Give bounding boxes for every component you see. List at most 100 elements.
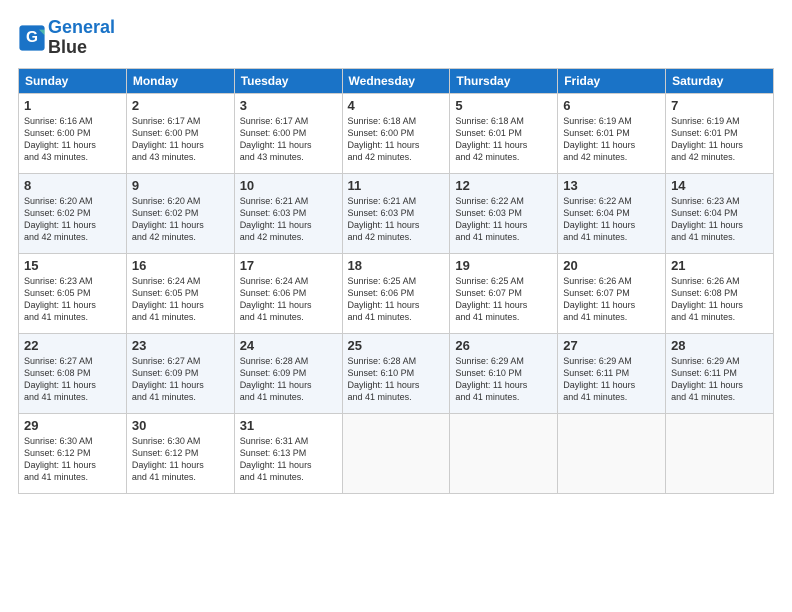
day-number: 7 xyxy=(671,98,768,113)
day-info: Sunrise: 6:21 AM Sunset: 6:03 PM Dayligh… xyxy=(348,195,445,244)
calendar-cell: 25Sunrise: 6:28 AM Sunset: 6:10 PM Dayli… xyxy=(342,333,450,413)
day-info: Sunrise: 6:20 AM Sunset: 6:02 PM Dayligh… xyxy=(132,195,229,244)
week-row-4: 22 Sunrise: 6:27 AM Sunset: 6:08 PM Dayli… xyxy=(19,333,774,413)
calendar-cell: 23Sunrise: 6:27 AM Sunset: 6:09 PM Dayli… xyxy=(126,333,234,413)
page: G General Blue SundayMondayTuesdayWednes… xyxy=(0,0,792,612)
day-number: 5 xyxy=(455,98,552,113)
calendar-cell xyxy=(342,413,450,493)
day-info: Sunrise: 6:16 AM Sunset: 6:00 PM Dayligh… xyxy=(24,115,121,164)
header: G General Blue xyxy=(18,18,774,58)
calendar: SundayMondayTuesdayWednesdayThursdayFrid… xyxy=(18,68,774,494)
day-info: Sunrise: 6:20 AM Sunset: 6:02 PM Dayligh… xyxy=(24,195,121,244)
logo-icon: G xyxy=(18,24,46,52)
day-number: 13 xyxy=(563,178,660,193)
calendar-cell xyxy=(450,413,558,493)
day-number: 1 xyxy=(24,98,121,113)
day-number: 12 xyxy=(455,178,552,193)
calendar-cell xyxy=(666,413,774,493)
calendar-cell: 30 Sunrise: 6:30 AM Sunset: 6:12 PM Dayli… xyxy=(126,413,234,493)
day-info: Sunrise: 6:25 AM Sunset: 6:07 PM Dayligh… xyxy=(455,275,552,324)
day-info: Sunrise: 6:21 AM Sunset: 6:03 PM Dayligh… xyxy=(240,195,337,244)
calendar-cell xyxy=(558,413,666,493)
calendar-cell: 11 Sunrise: 6:21 AM Sunset: 6:03 PM Dayli… xyxy=(342,173,450,253)
calendar-cell: 20 Sunrise: 6:26 AM Sunset: 6:07 PM Dayli… xyxy=(558,253,666,333)
day-number: 10 xyxy=(240,178,337,193)
day-number: 6 xyxy=(563,98,660,113)
calendar-cell: 18 Sunrise: 6:25 AM Sunset: 6:06 PM Dayli… xyxy=(342,253,450,333)
day-number: 21 xyxy=(671,258,768,273)
calendar-cell: 19 Sunrise: 6:25 AM Sunset: 6:07 PM Dayli… xyxy=(450,253,558,333)
day-info: Sunrise: 6:27 AM Sunset: 6:09 PM Dayligh… xyxy=(132,355,229,404)
day-info: Sunrise: 6:27 AM Sunset: 6:08 PM Dayligh… xyxy=(24,355,121,404)
day-info: Sunrise: 6:18 AM Sunset: 6:00 PM Dayligh… xyxy=(348,115,445,164)
calendar-cell: 6 Sunrise: 6:19 AM Sunset: 6:01 PM Daylig… xyxy=(558,93,666,173)
day-number: 2 xyxy=(132,98,229,113)
day-number: 3 xyxy=(240,98,337,113)
weekday-monday: Monday xyxy=(126,68,234,93)
weekday-thursday: Thursday xyxy=(450,68,558,93)
calendar-cell: 8 Sunrise: 6:20 AM Sunset: 6:02 PM Daylig… xyxy=(19,173,127,253)
day-info: Sunrise: 6:29 AM Sunset: 6:11 PM Dayligh… xyxy=(671,355,768,404)
day-info: Sunrise: 6:28 AM Sunset: 6:09 PM Dayligh… xyxy=(240,355,337,404)
calendar-cell: 3 Sunrise: 6:17 AM Sunset: 6:00 PM Daylig… xyxy=(234,93,342,173)
day-number: 30 xyxy=(132,418,229,433)
calendar-cell: 17 Sunrise: 6:24 AM Sunset: 6:06 PM Dayli… xyxy=(234,253,342,333)
day-number: 4 xyxy=(348,98,445,113)
week-row-2: 8 Sunrise: 6:20 AM Sunset: 6:02 PM Daylig… xyxy=(19,173,774,253)
day-info: Sunrise: 6:17 AM Sunset: 6:00 PM Dayligh… xyxy=(132,115,229,164)
day-info: Sunrise: 6:22 AM Sunset: 6:03 PM Dayligh… xyxy=(455,195,552,244)
day-number: 8 xyxy=(24,178,121,193)
day-info: Sunrise: 6:29 AM Sunset: 6:11 PM Dayligh… xyxy=(563,355,660,404)
svg-text:G: G xyxy=(26,29,38,46)
day-number: 31 xyxy=(240,418,337,433)
calendar-cell: 27 Sunrise: 6:29 AM Sunset: 6:11 PM Dayli… xyxy=(558,333,666,413)
calendar-cell: 15 Sunrise: 6:23 AM Sunset: 6:05 PM Dayli… xyxy=(19,253,127,333)
weekday-saturday: Saturday xyxy=(666,68,774,93)
day-info: Sunrise: 6:29 AM Sunset: 6:10 PM Dayligh… xyxy=(455,355,552,404)
day-number: 27 xyxy=(563,338,660,353)
calendar-cell: 9 Sunrise: 6:20 AM Sunset: 6:02 PM Daylig… xyxy=(126,173,234,253)
calendar-cell: 13Sunrise: 6:22 AM Sunset: 6:04 PM Dayli… xyxy=(558,173,666,253)
day-info: Sunrise: 6:19 AM Sunset: 6:01 PM Dayligh… xyxy=(563,115,660,164)
day-info: Sunrise: 6:24 AM Sunset: 6:05 PM Dayligh… xyxy=(132,275,229,324)
day-info: Sunrise: 6:18 AM Sunset: 6:01 PM Dayligh… xyxy=(455,115,552,164)
calendar-cell: 14Sunrise: 6:23 AM Sunset: 6:04 PM Dayli… xyxy=(666,173,774,253)
day-number: 22 xyxy=(24,338,121,353)
day-number: 26 xyxy=(455,338,552,353)
day-info: Sunrise: 6:23 AM Sunset: 6:05 PM Dayligh… xyxy=(24,275,121,324)
day-info: Sunrise: 6:25 AM Sunset: 6:06 PM Dayligh… xyxy=(348,275,445,324)
day-number: 15 xyxy=(24,258,121,273)
day-number: 14 xyxy=(671,178,768,193)
day-number: 17 xyxy=(240,258,337,273)
day-number: 11 xyxy=(348,178,445,193)
calendar-cell: 26 Sunrise: 6:29 AM Sunset: 6:10 PM Dayli… xyxy=(450,333,558,413)
weekday-friday: Friday xyxy=(558,68,666,93)
calendar-cell: 16Sunrise: 6:24 AM Sunset: 6:05 PM Dayli… xyxy=(126,253,234,333)
day-number: 28 xyxy=(671,338,768,353)
day-number: 20 xyxy=(563,258,660,273)
day-info: Sunrise: 6:24 AM Sunset: 6:06 PM Dayligh… xyxy=(240,275,337,324)
day-info: Sunrise: 6:31 AM Sunset: 6:13 PM Dayligh… xyxy=(240,435,337,484)
calendar-cell: 10 Sunrise: 6:21 AM Sunset: 6:03 PM Dayli… xyxy=(234,173,342,253)
day-info: Sunrise: 6:28 AM Sunset: 6:10 PM Dayligh… xyxy=(348,355,445,404)
day-info: Sunrise: 6:26 AM Sunset: 6:08 PM Dayligh… xyxy=(671,275,768,324)
weekday-tuesday: Tuesday xyxy=(234,68,342,93)
weekday-header-row: SundayMondayTuesdayWednesdayThursdayFrid… xyxy=(19,68,774,93)
day-number: 9 xyxy=(132,178,229,193)
calendar-cell: 24 Sunrise: 6:28 AM Sunset: 6:09 PM Dayli… xyxy=(234,333,342,413)
day-number: 24 xyxy=(240,338,337,353)
day-info: Sunrise: 6:17 AM Sunset: 6:00 PM Dayligh… xyxy=(240,115,337,164)
day-number: 18 xyxy=(348,258,445,273)
week-row-1: 1 Sunrise: 6:16 AM Sunset: 6:00 PM Daylig… xyxy=(19,93,774,173)
calendar-cell: 21 Sunrise: 6:26 AM Sunset: 6:08 PM Dayli… xyxy=(666,253,774,333)
calendar-cell: 2 Sunrise: 6:17 AM Sunset: 6:00 PM Daylig… xyxy=(126,93,234,173)
week-row-3: 15 Sunrise: 6:23 AM Sunset: 6:05 PM Dayli… xyxy=(19,253,774,333)
calendar-cell: 28 Sunrise: 6:29 AM Sunset: 6:11 PM Dayli… xyxy=(666,333,774,413)
day-info: Sunrise: 6:30 AM Sunset: 6:12 PM Dayligh… xyxy=(132,435,229,484)
logo: G General Blue xyxy=(18,18,115,58)
day-info: Sunrise: 6:30 AM Sunset: 6:12 PM Dayligh… xyxy=(24,435,121,484)
calendar-cell: 5 Sunrise: 6:18 AM Sunset: 6:01 PM Daylig… xyxy=(450,93,558,173)
calendar-cell: 4 Sunrise: 6:18 AM Sunset: 6:00 PM Daylig… xyxy=(342,93,450,173)
day-number: 19 xyxy=(455,258,552,273)
day-info: Sunrise: 6:26 AM Sunset: 6:07 PM Dayligh… xyxy=(563,275,660,324)
